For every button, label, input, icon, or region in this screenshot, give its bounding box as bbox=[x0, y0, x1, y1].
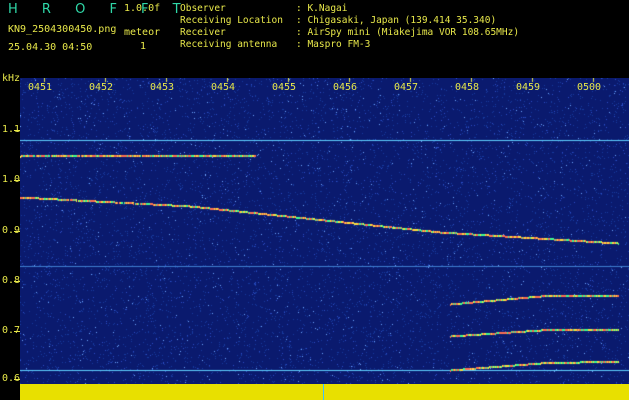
mode-label: meteor bbox=[124, 27, 161, 38]
time-tick: 0459 bbox=[516, 82, 541, 93]
signal-level-bar bbox=[20, 384, 629, 400]
receiver-value: : AirSpy mini (Miakejima VOR 108.65MHz) bbox=[296, 27, 520, 38]
y-axis-unit: kHz bbox=[2, 73, 21, 84]
antenna-value: : Maspro FM-3 bbox=[296, 39, 371, 50]
time-tick: 0458 bbox=[455, 82, 480, 93]
datetime-label: 25.04.30 04:50 bbox=[8, 42, 93, 53]
time-tick: 0457 bbox=[394, 82, 419, 93]
filename-label: KN9_2504300450.png bbox=[8, 24, 117, 35]
signal-level-marker bbox=[323, 384, 324, 400]
header-panel: H R O F F T 1.0.0f KN9_2504300450.png 25… bbox=[0, 0, 629, 76]
observer-label: Observer bbox=[180, 3, 226, 14]
y-tick-mark bbox=[14, 130, 20, 131]
app-title: H R O F F T bbox=[8, 2, 191, 17]
time-tick: 0455 bbox=[272, 82, 297, 93]
y-tick-mark bbox=[14, 331, 20, 332]
spectrogram bbox=[20, 78, 629, 384]
y-tick-mark bbox=[14, 231, 20, 232]
time-tick: 0500 bbox=[577, 82, 602, 93]
observer-value: : K.Nagai bbox=[296, 3, 348, 14]
version-label: 1.0.0f bbox=[124, 3, 161, 14]
hroftt-window: H R O F F T 1.0.0f KN9_2504300450.png 25… bbox=[0, 0, 629, 400]
y-tick-mark bbox=[14, 379, 20, 380]
time-tick: 0453 bbox=[150, 82, 175, 93]
time-tick: 0456 bbox=[333, 82, 358, 93]
time-tick: 0452 bbox=[89, 82, 114, 93]
location-label: Receiving Location bbox=[180, 15, 283, 26]
time-tick: 0451 bbox=[28, 82, 53, 93]
time-tick: 0454 bbox=[211, 82, 236, 93]
y-tick-mark bbox=[14, 281, 20, 282]
location-value: : Chigasaki, Japan (139.414 35.340) bbox=[296, 15, 497, 26]
count-label: 1 bbox=[140, 41, 147, 52]
receiver-label: Receiver bbox=[180, 27, 226, 38]
y-tick-mark bbox=[14, 180, 20, 181]
antenna-label: Receiving antenna bbox=[180, 39, 278, 50]
